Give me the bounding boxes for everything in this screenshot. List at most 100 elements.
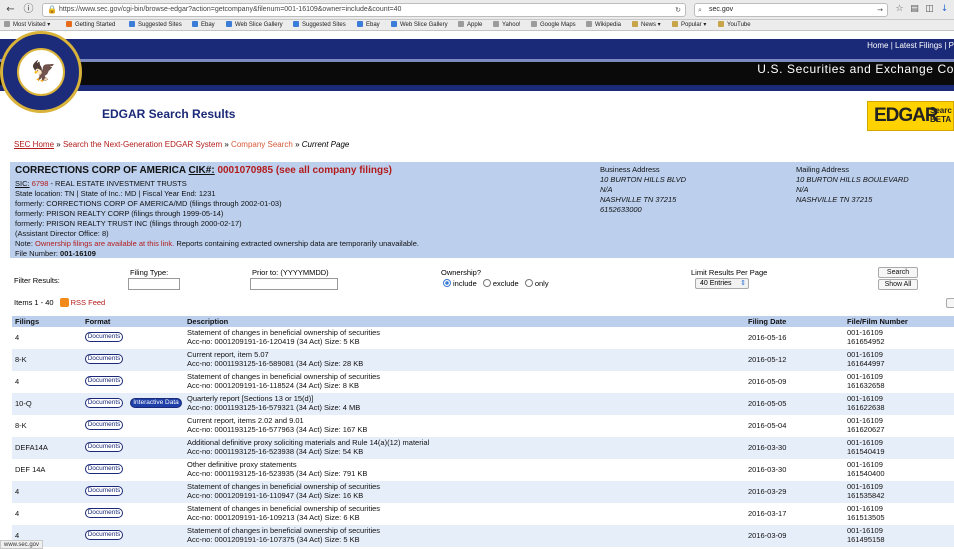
star-icon[interactable]: ☆	[894, 4, 905, 15]
documents-button[interactable]: Documents	[85, 376, 123, 386]
filing-description: Statement of changes in beneficial owner…	[187, 482, 380, 500]
breadcrumb-current: Current Page	[301, 140, 350, 149]
bookmark-item[interactable]: Wikipedia	[586, 20, 621, 30]
info-icon[interactable]: ⓘ	[22, 3, 35, 16]
description-text: Other definitive proxy statements	[187, 460, 297, 469]
breadcrumb-company-search[interactable]: Company Search	[231, 140, 293, 149]
accession-info: Acc-no: 0001193125-16-523938 (34 Act) Si…	[187, 447, 364, 456]
filing-type: DEFA14A	[15, 443, 48, 452]
description-text: Statement of changes in beneficial owner…	[187, 482, 381, 491]
file-number-link[interactable]: 001-16109	[847, 504, 885, 513]
limit-select[interactable]: 40 Entries ⇕	[695, 278, 749, 289]
table-row: DEF 14A Documents Other definitive proxy s…	[12, 459, 954, 481]
sec-seal-logo[interactable]: 🦅	[0, 31, 82, 113]
go-arrow-icon[interactable]: →	[877, 4, 883, 16]
file-number-link[interactable]: 001-16109	[847, 328, 885, 337]
header-band-bottom	[0, 85, 954, 91]
bookmark-item[interactable]: Getting Started	[66, 20, 115, 30]
ownership-link[interactable]: Ownership filings are available at this …	[35, 239, 174, 248]
film-number: 161495158	[847, 535, 885, 544]
file-number-link[interactable]: 001-16109	[847, 482, 885, 491]
partial-button[interactable]	[946, 298, 954, 308]
documents-button[interactable]: Documents	[85, 420, 123, 430]
bookmark-item[interactable]: Suggested Sites	[293, 20, 346, 30]
top-links[interactable]: Home | Latest Filings | P	[867, 41, 954, 50]
documents-button[interactable]: Documents	[85, 398, 123, 408]
company-info-box: CORRECTIONS CORP OF AMERICA CIK#: 000107…	[10, 162, 954, 258]
file-number-link[interactable]: 001-16109	[847, 460, 885, 469]
lock-shield-icon[interactable]: ◫	[924, 4, 935, 15]
documents-button[interactable]: Documents	[85, 442, 123, 452]
bookmark-item[interactable]: Yahoo!	[493, 20, 521, 30]
accession-info: Acc-no: 0001193125-16-523935 (34 Act) Si…	[187, 469, 368, 478]
film-number: 161535842	[847, 491, 885, 500]
file-number-link[interactable]: 001-16109	[847, 438, 885, 447]
documents-button[interactable]: Documents	[85, 464, 123, 474]
documents-button[interactable]: Documents	[85, 508, 123, 518]
file-film-number: 001-16109 161495158	[847, 526, 885, 544]
bookmark-item[interactable]: Google Maps	[531, 20, 576, 30]
include-radio[interactable]	[443, 279, 451, 287]
col-description: Description	[187, 317, 229, 326]
accession-info: Acc-no: 0001193125-16-579321 (34 Act) Si…	[187, 403, 361, 412]
search-bar[interactable]: ⌕ sec.gov →	[694, 3, 888, 17]
folder-icon	[718, 21, 724, 27]
film-number: 161620627	[847, 425, 885, 434]
filing-date: 2016-05-05	[748, 399, 787, 408]
documents-button[interactable]: Documents	[85, 332, 123, 342]
documents-button[interactable]: Documents	[85, 530, 123, 540]
only-radio[interactable]	[524, 279, 533, 287]
bookmark-item[interactable]: News ▾	[632, 20, 661, 30]
exclude-radio[interactable]	[482, 279, 491, 287]
documents-button[interactable]: Documents	[85, 354, 123, 364]
interactive-data-button[interactable]: Interactive Data	[130, 398, 182, 408]
show-all-button[interactable]: Show All	[878, 279, 918, 290]
description-text: Statement of changes in beneficial owner…	[187, 328, 381, 337]
bookmark-item[interactable]: Ebay	[192, 20, 215, 30]
page-icon	[357, 21, 363, 27]
folder-icon	[632, 21, 638, 27]
status-bar: www.sec.gov	[0, 540, 44, 549]
bookmark-item[interactable]: Ebay	[357, 20, 380, 30]
bookmark-item[interactable]: Suggested Sites	[129, 20, 182, 30]
filter-label: Filter Results:	[14, 276, 60, 285]
file-number-link[interactable]: 001-16109	[847, 372, 885, 381]
bookmark-item[interactable]: Web Slice Gallery	[391, 20, 448, 30]
filing-date: 2016-05-16	[748, 333, 787, 342]
agency-name: U.S. Securities and Exchange Co	[757, 62, 954, 76]
file-number-link[interactable]: 001-16109	[847, 394, 885, 403]
filing-type-input[interactable]	[128, 278, 180, 290]
bookmark-item[interactable]: Web Slice Gallery	[226, 20, 283, 30]
edgar-beta-banner[interactable]: EDGAR Searc BETA	[867, 101, 954, 131]
bookmark-item[interactable]: YouTube	[718, 20, 751, 30]
download-icon[interactable]: ↓	[939, 4, 950, 15]
description-text: Current report, items 2.02 and 9.01	[187, 416, 304, 425]
accession-info: Acc-no: 0001193125-16-577963 (34 Act) Si…	[187, 425, 368, 434]
rss-link[interactable]: RSS Feed	[71, 298, 106, 307]
bookmark-item[interactable]: Apple	[458, 20, 482, 30]
bookmark-item[interactable]: Popular ▾	[672, 20, 706, 30]
rss-icon[interactable]	[59, 298, 69, 307]
cik-link[interactable]: 0001070985 (see all company filings)	[217, 165, 392, 176]
file-number-link[interactable]: 001-16109	[847, 416, 885, 425]
breadcrumb-home[interactable]: SEC Home	[14, 140, 54, 149]
page-icon	[586, 21, 592, 27]
ownership-radios: include exclude only	[443, 279, 549, 288]
table-row: 4 Documents Statement of changes in benefi…	[12, 481, 954, 503]
page-icon	[192, 21, 198, 27]
prior-to-input[interactable]	[250, 278, 338, 290]
sic-link[interactable]: 6798	[32, 179, 49, 188]
reader-icon[interactable]: ▤	[909, 4, 920, 15]
filing-description: Other definitive proxy statements Acc-no:…	[187, 460, 367, 478]
reload-icon[interactable]: ↻	[675, 4, 681, 16]
file-number-link[interactable]: 001-16109	[847, 350, 885, 359]
url-bar[interactable]: 🔒 https://www.sec.gov/cgi-bin/browse-edg…	[42, 3, 686, 17]
back-icon[interactable]: ←	[4, 3, 17, 16]
breadcrumb-next-gen[interactable]: Search the Next-Generation EDGAR System	[63, 140, 222, 149]
file-number-link[interactable]: 001-16109	[847, 526, 885, 535]
col-filing-date: Filing Date	[748, 317, 787, 326]
search-button[interactable]: Search	[878, 267, 918, 278]
documents-button[interactable]: Documents	[85, 486, 123, 496]
film-number: 161632658	[847, 381, 885, 390]
bookmark-item[interactable]: Most Visited ▾	[4, 20, 50, 30]
